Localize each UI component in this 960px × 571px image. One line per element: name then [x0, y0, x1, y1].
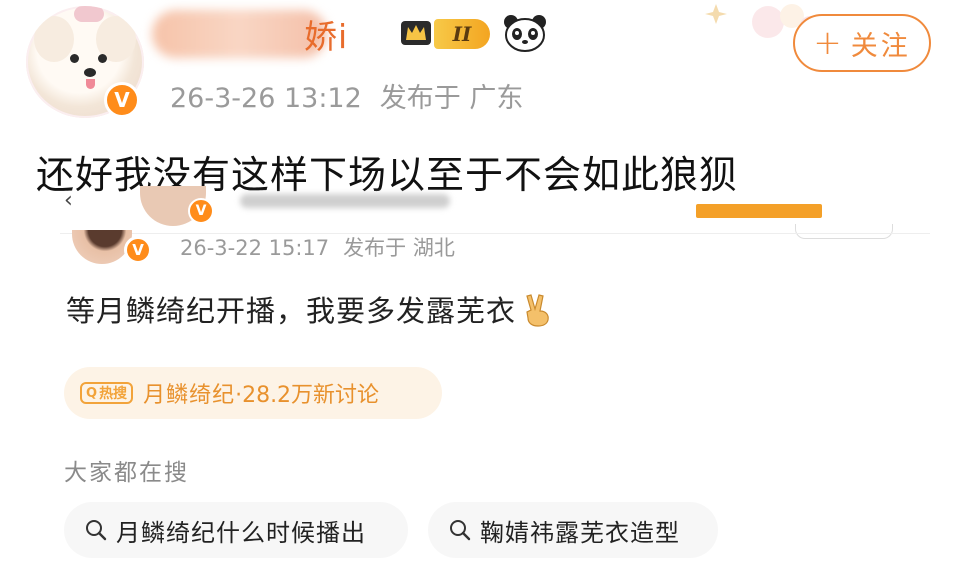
hot-search-count: ·28.2万新讨论 — [235, 383, 380, 408]
follow-button[interactable]: + 关注 — [793, 14, 931, 72]
search-suggestion[interactable]: 鞠婧祎露芜衣造型 — [428, 502, 718, 558]
hot-search-tag[interactable]: Q 热搜 月鳞绮纪 ·28.2万新讨论 — [64, 367, 442, 419]
quoted-user-avatar[interactable] — [72, 230, 132, 264]
search-icon — [450, 520, 471, 541]
avatar-nose — [84, 68, 96, 77]
verified-badge-icon: V — [188, 198, 214, 224]
victory-hand-icon — [526, 294, 549, 327]
obscured-button-edge — [795, 224, 893, 239]
post-timestamp: 26-3-26 13:12 — [170, 83, 362, 114]
quoted-post-location: 发布于 湖北 — [343, 236, 455, 260]
avatar-eye — [98, 54, 107, 63]
hot-search-title: 月鳞绮纪 — [143, 383, 236, 408]
hot-search-badge-label: 热搜 — [99, 386, 128, 402]
search-icon: Q — [86, 385, 98, 401]
quoted-post-timestamp: 26-3-22 15:17 — [180, 236, 330, 260]
search-suggestion[interactable]: 月鳞绮纪什么时候播出 — [64, 502, 408, 558]
post-location: 发布于 广东 — [379, 83, 524, 114]
plus-icon: + — [813, 23, 845, 63]
search-icon — [86, 520, 107, 541]
quoted-post-meta: 26-3-22 15:17 发布于 湖北 — [180, 232, 455, 262]
everyone-searching-label: 大家都在搜 — [64, 460, 189, 486]
panda-icon — [504, 15, 546, 52]
avatar-ear — [34, 16, 74, 62]
follow-label: 关注 — [850, 30, 911, 62]
search-suggestion-label: 月鳞绮纪什么时候播出 — [116, 518, 366, 547]
rank-badge: II — [434, 19, 490, 49]
quoted-post-text: 等月鳞绮纪开播，我要多发露芜衣 — [66, 288, 554, 330]
username[interactable]: 娇i — [304, 10, 348, 58]
crown-icon — [401, 21, 431, 45]
post-meta: 26-3-26 13:12 发布于 广东 — [170, 76, 523, 115]
avatar-tongue — [86, 79, 95, 89]
search-suggestion-label: 鞠婧祎露芜衣造型 — [480, 518, 680, 547]
username-blurred-part — [152, 10, 327, 58]
verified-badge-icon: V — [124, 236, 152, 264]
avatar-bow — [74, 6, 104, 22]
obscured-follow-button — [696, 204, 822, 218]
avatar-eye — [70, 54, 79, 63]
verified-badge-icon: V — [104, 82, 140, 118]
hot-search-badge: Q 热搜 — [80, 382, 134, 404]
obscured-post-header: ‹ V — [60, 186, 910, 226]
back-arrow-icon: ‹ — [64, 188, 73, 213]
quoted-post-text-content: 等月鳞绮纪开播，我要多发露芜衣 — [66, 294, 517, 328]
obscured-username — [240, 194, 450, 208]
